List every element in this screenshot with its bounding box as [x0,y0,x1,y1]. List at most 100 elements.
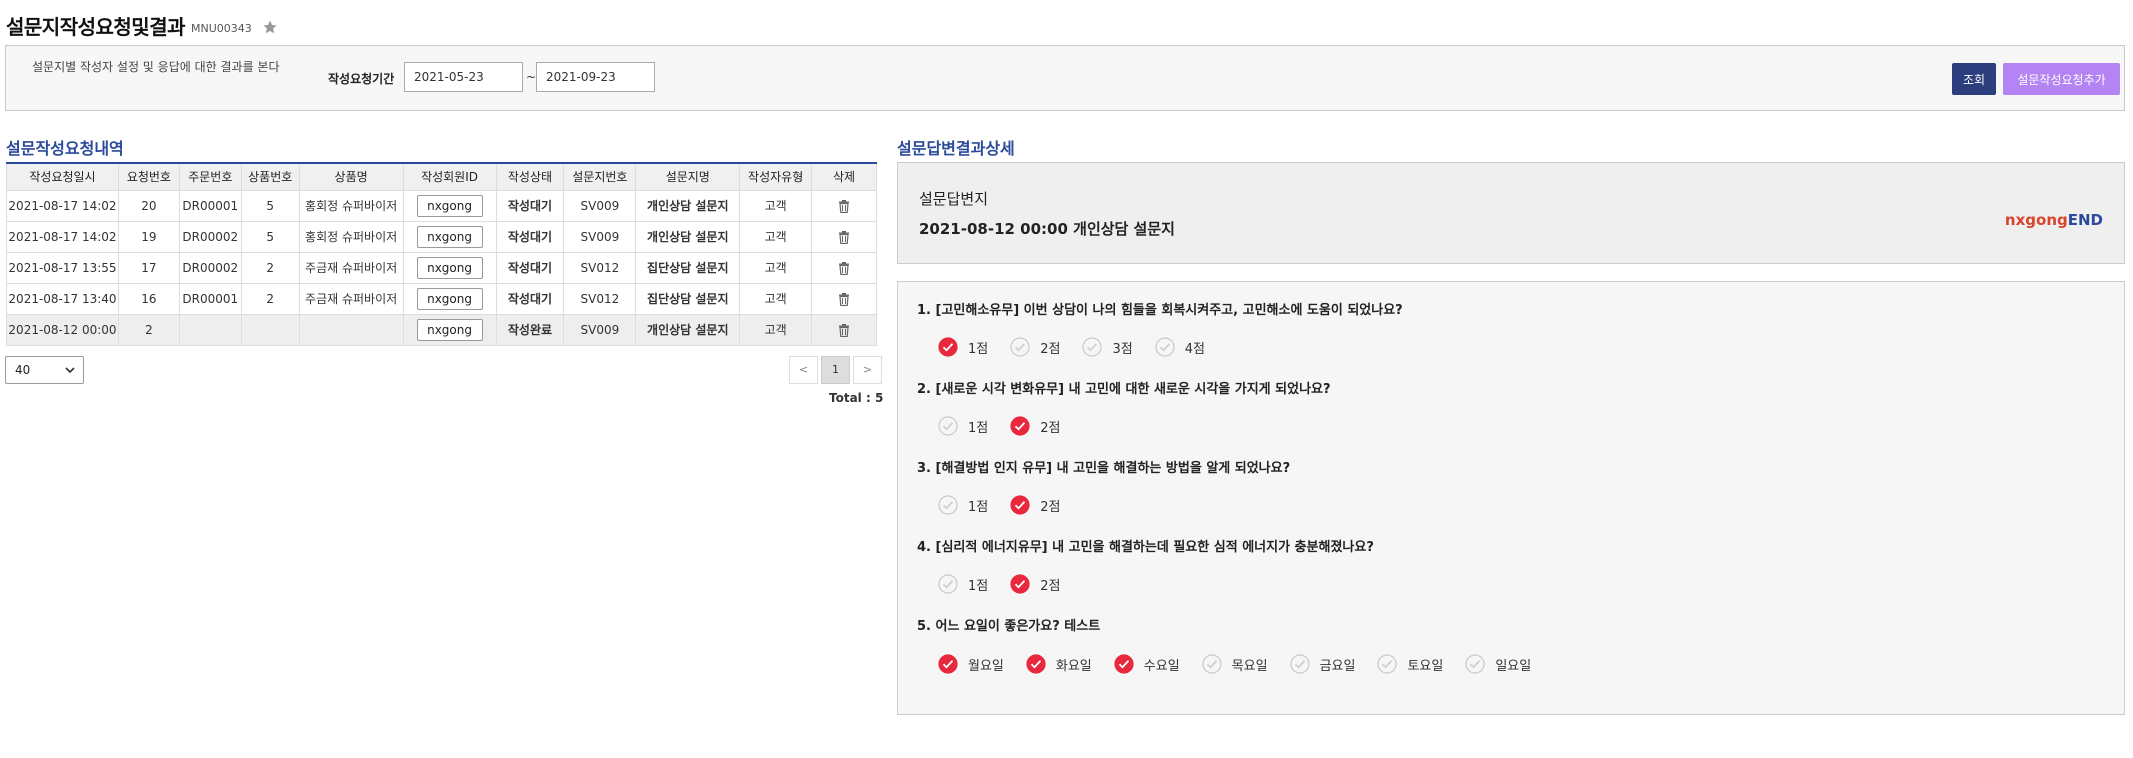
trash-icon[interactable] [838,323,850,337]
cell-product-name: 주금재 슈퍼바이저 [298,282,404,315]
trash-icon[interactable] [838,292,850,306]
date-from-input[interactable] [404,62,523,92]
cell-order-no: DR00001 [178,189,242,222]
answer-option[interactable]: 토요일 [1377,654,1443,674]
answer-option[interactable]: 2점 [1010,574,1060,594]
cell-product-name: 홍회정 슈퍼바이저 [298,220,404,253]
member-id-button[interactable]: nxgong [416,225,483,248]
answer-option[interactable]: 1점 [938,337,988,357]
col-header[interactable]: 상품번호 [240,163,300,191]
trash-icon[interactable] [838,199,850,213]
page-size-value: 40 [15,363,31,377]
table-row[interactable]: 2021-08-17 13:40 16 DR00001 2 주금재 슈퍼바이저 … [6,282,877,315]
member-id-button[interactable]: nxgong [416,194,483,217]
col-header[interactable]: 주문번호 [178,163,242,191]
cell-order-no: DR00002 [178,251,242,284]
answer-option[interactable]: 2점 [1010,416,1060,436]
page-header: 설문지작성요청및결과 MNU00343 [6,10,278,40]
question-options: 월요일 화요일 수요일 목요일 금요일 토요일 일요일 [938,654,1553,674]
answer-title: 2021-08-12 00:00 개인상담 설문지 [919,220,1175,238]
answer-option[interactable]: 1점 [938,574,988,594]
cell-status: 작성완료 [495,313,565,346]
cell-date: 2021-08-12 00:00 [6,313,119,346]
member-name: nxgong [2004,211,2068,229]
page-button-current[interactable]: 1 [821,356,850,384]
filter-panel: 설문지별 작성자 설정 및 응답에 대한 결과를 본다 작성요청기간 ~ 조회 … [5,45,2125,111]
star-icon[interactable] [262,19,278,35]
answer-option[interactable]: 2점 [1010,495,1060,515]
cell-delete [811,313,877,346]
col-header[interactable]: 요청번호 [117,163,180,191]
col-header[interactable]: 설문지번호 [563,163,637,191]
answer-option[interactable]: 2점 [1010,337,1060,357]
answer-option[interactable]: 4점 [1155,337,1205,357]
cell-product-no: 5 [240,189,300,222]
table-row[interactable]: 2021-08-17 14:02 19 DR00002 5 홍회정 슈퍼바이저 … [6,220,877,253]
unchecked-circle-icon [1465,654,1485,674]
answer-option-label: 수요일 [1143,658,1180,674]
next-page-button[interactable]: > [853,356,882,384]
checked-circle-icon [1026,654,1046,674]
add-request-button[interactable]: 설문작성요청추가 [2003,63,2120,95]
member-id-button[interactable]: nxgong [416,287,483,310]
question-options: 1점 2점 [938,416,1082,436]
col-header[interactable]: 삭제 [811,163,877,191]
unchecked-circle-icon [1082,337,1103,357]
answer-option-label: 화요일 [1055,658,1092,674]
question-options: 1점 2점 [938,574,1082,594]
answer-option[interactable]: 1점 [938,495,988,515]
cell-writer-type: 고객 [739,313,813,346]
answer-option[interactable]: 수요일 [1114,654,1180,674]
answer-option[interactable]: 일요일 [1465,654,1531,674]
answer-option[interactable]: 월요일 [938,654,1004,674]
question-title: 2. [새로운 시각 변화유무] 내 고민에 대한 새로운 시각을 가지게 되었… [917,382,1331,397]
cell-member: nxgong [402,251,497,284]
checked-circle-icon [1010,416,1030,436]
table-row[interactable]: 2021-08-17 13:55 17 DR00002 2 주금재 슈퍼바이저 … [6,251,877,284]
question-options: 1점 2점 3점 4점 [938,337,1227,357]
cell-member: nxgong [402,282,497,315]
col-header[interactable]: 작성회원ID [402,163,497,191]
answer-option[interactable]: 화요일 [1026,654,1092,674]
cell-writer-type: 고객 [739,282,813,315]
cell-date: 2021-08-17 14:02 [6,189,119,222]
answer-option[interactable]: 금요일 [1289,654,1355,674]
date-to-input[interactable] [536,62,655,92]
trash-icon[interactable] [838,230,850,244]
checked-circle-icon [1010,495,1030,515]
page-size-select[interactable]: 40 [5,356,84,384]
cell-order-no [178,313,242,346]
member-id-button[interactable]: nxgong [416,256,483,279]
prev-page-button[interactable]: < [789,356,818,384]
member-suffix: END [2067,211,2103,229]
col-header[interactable]: 작성상태 [495,163,565,191]
answer-option[interactable]: 3점 [1082,337,1133,357]
col-header[interactable]: 작성요청일시 [6,163,119,191]
col-header[interactable]: 작성자유형 [739,163,813,191]
answer-option-label: 1점 [968,499,989,515]
col-header[interactable]: 상품명 [298,163,404,191]
answer-option-label: 2점 [1040,420,1061,436]
answer-option-label: 월요일 [968,658,1004,674]
cell-status: 작성대기 [495,189,565,222]
trash-icon[interactable] [838,261,850,275]
table-row-selected[interactable]: 2021-08-12 00:00 2 nxgong 작성완료 SV009 개인상… [6,313,877,346]
member-id-button[interactable]: nxgong [416,318,483,341]
cell-survey-name: 개인상담 설문지 [635,313,741,346]
cell-status: 작성대기 [495,220,565,253]
cell-survey-no: SV012 [563,282,637,315]
cell-order-no: DR00002 [178,220,242,253]
pagination: < 1 > [786,356,882,384]
cell-req-no: 19 [117,220,180,253]
cell-product-no: 2 [240,282,300,315]
unchecked-circle-icon [1377,654,1398,674]
col-header[interactable]: 설문지명 [635,163,741,191]
answer-option[interactable]: 1점 [938,416,988,436]
cell-survey-name: 개인상담 설문지 [635,189,741,222]
answer-option[interactable]: 목요일 [1202,654,1268,674]
search-button[interactable]: 조회 [1952,63,1996,95]
table-row[interactable]: 2021-08-17 14:02 20 DR00001 5 홍회정 슈퍼바이저 … [6,189,877,222]
cell-date: 2021-08-17 13:55 [6,251,119,284]
unchecked-circle-icon [938,574,958,594]
answer-option-label: 1점 [968,420,989,436]
